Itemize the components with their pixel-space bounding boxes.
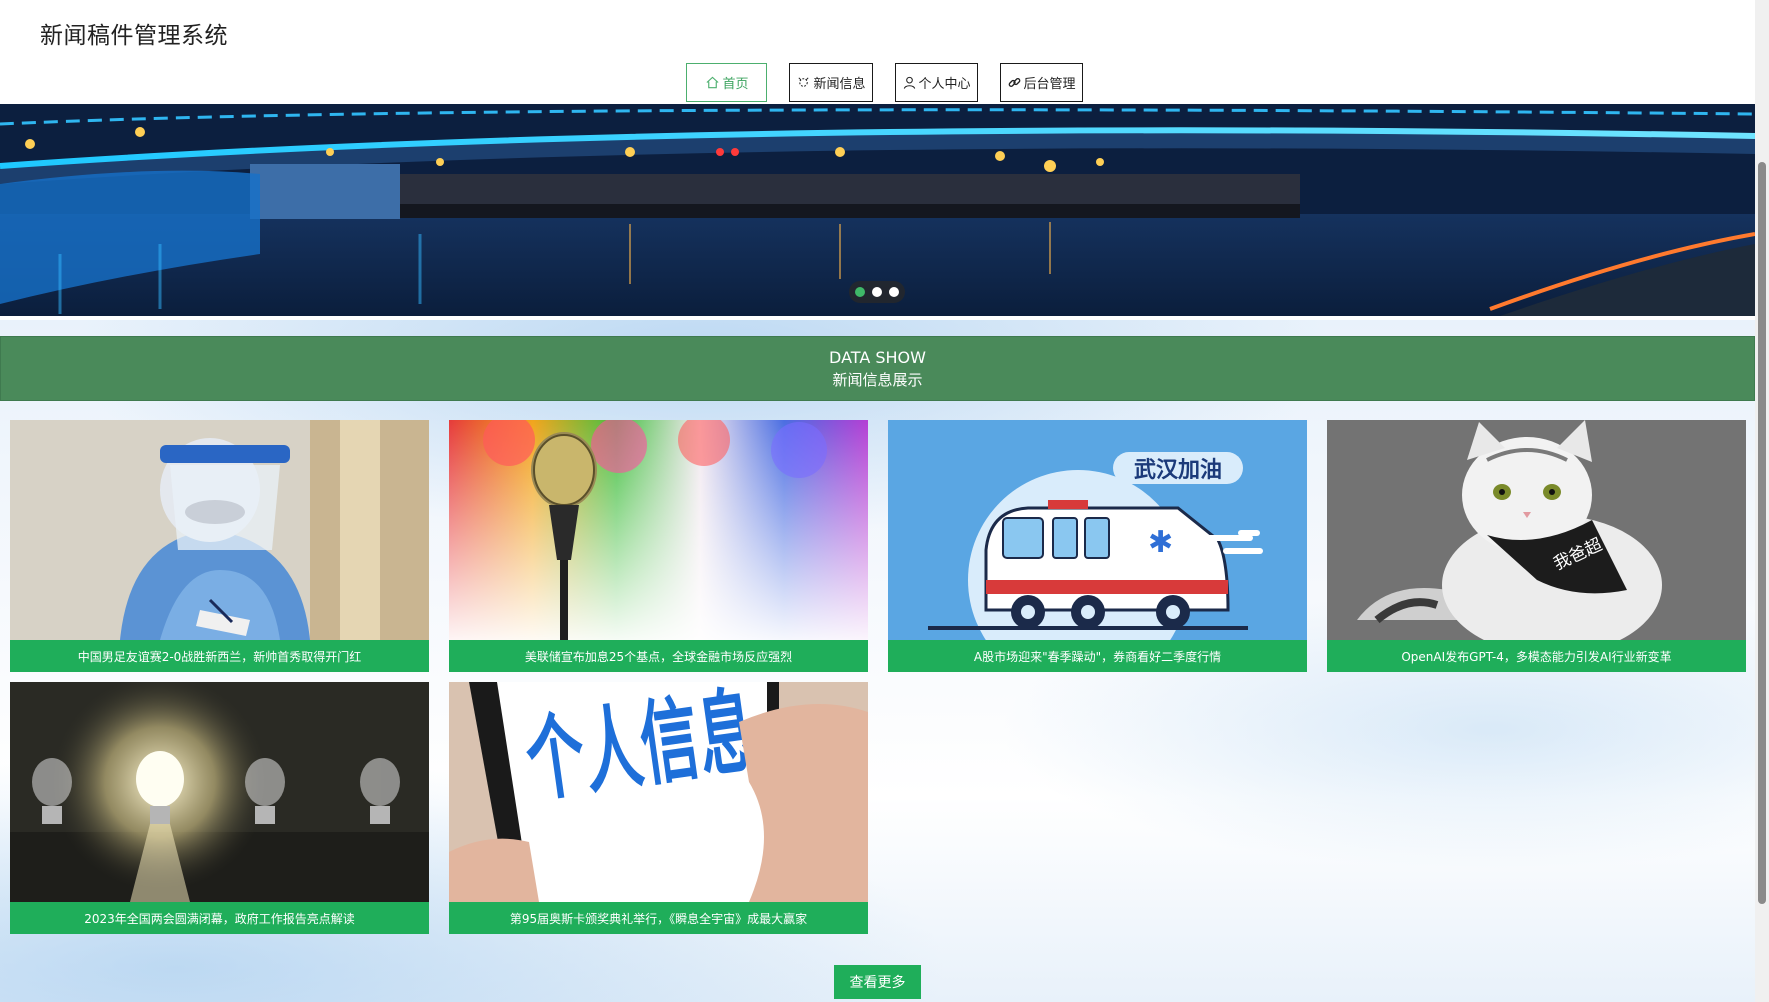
section-title-en: DATA SHOW [829, 347, 926, 367]
home-icon [706, 76, 719, 89]
news-card-caption: OpenAI发布GPT-4，多模态能力引发AI行业新变革 [1327, 640, 1746, 672]
carousel-indicators [849, 281, 905, 303]
news-grid: 中国男足友谊赛2-0战胜新西兰，新帅首秀取得开门红 美联储宣布加息25个基点，全… [10, 420, 1756, 934]
news-card[interactable]: 我爸超 OpenAI发布GPT-4，多模态能力引发AI行业新变革 [1327, 420, 1746, 672]
nav-admin[interactable]: 后台管理 [999, 63, 1083, 102]
nav-home[interactable]: 首页 [686, 63, 768, 102]
nav-news[interactable]: 新闻信息 [789, 63, 873, 102]
nav-admin-label: 后台管理 [1023, 77, 1076, 92]
news-card-image [449, 420, 868, 640]
news-card[interactable]: 美联储宣布加息25个基点，全球金融市场反应强烈 [449, 420, 868, 672]
news-card-caption: A股市场迎来"春季躁动"，券商看好二季度行情 [888, 640, 1307, 672]
page-scrollbar[interactable] [1755, 0, 1769, 1002]
news-card[interactable]: 中国男足友谊赛2-0战胜新西兰，新帅首秀取得开门红 [10, 420, 429, 672]
nav-personal-center-label: 个人中心 [918, 77, 971, 92]
news-card-caption: 第95届奥斯卡颁奖典礼举行，《瞬息全宇宙》成最大赢家 [449, 902, 868, 934]
section-title-cn: 新闻信息展示 [832, 370, 923, 389]
news-card-image: 我爸超 [1327, 420, 1746, 640]
news-card[interactable]: 武汉加油 ✱ A股市场迎来"春季躁动"，券商看好二季度行情 [888, 420, 1307, 672]
news-card-image [10, 682, 429, 902]
link-icon [1008, 78, 1020, 87]
view-more-button[interactable]: 查看更多 [834, 965, 921, 999]
site-title: 新闻稿件管理系统 [40, 23, 228, 49]
main-nav: 首页 新闻信息 个人中心 后台管理 [0, 63, 1755, 102]
svg-text:✱: ✱ [1148, 525, 1173, 560]
carousel-dot-3[interactable] [889, 287, 899, 297]
scrollbar-thumb[interactable] [1758, 162, 1766, 904]
user-icon [903, 76, 915, 89]
section-header: DATA SHOW 新闻信息展示 [0, 336, 1755, 401]
ambulance-image-text: 武汉加油 [1134, 458, 1222, 483]
carousel-dot-1[interactable] [855, 287, 865, 297]
news-card[interactable]: 个人信息 第95届奥斯卡颁奖典礼举行，《瞬息全宇宙》成最大赢家 [449, 682, 868, 934]
news-card[interactable]: 2023年全国两会圆满闭幕，政府工作报告亮点解读 [10, 682, 429, 934]
nav-home-label: 首页 [722, 77, 749, 92]
news-card-image [10, 420, 429, 640]
news-card-caption: 2023年全国两会圆满闭幕，政府工作报告亮点解读 [10, 902, 429, 934]
nav-news-label: 新闻信息 [813, 77, 866, 92]
news-icon [798, 77, 810, 87]
nav-personal-center[interactable]: 个人中心 [894, 63, 978, 102]
app-root: 新闻稿件管理系统 首页 新闻信息 个人中心 后台管理 DATA SHOW 新闻信… [0, 0, 1769, 1002]
news-card-caption: 美联储宣布加息25个基点，全球金融市场反应强烈 [449, 640, 868, 672]
news-card-image: 个人信息 [449, 682, 868, 902]
news-card-caption: 中国男足友谊赛2-0战胜新西兰，新帅首秀取得开门红 [10, 640, 429, 672]
news-card-image: 武汉加油 ✱ [888, 420, 1307, 640]
carousel-dot-2[interactable] [872, 287, 882, 297]
